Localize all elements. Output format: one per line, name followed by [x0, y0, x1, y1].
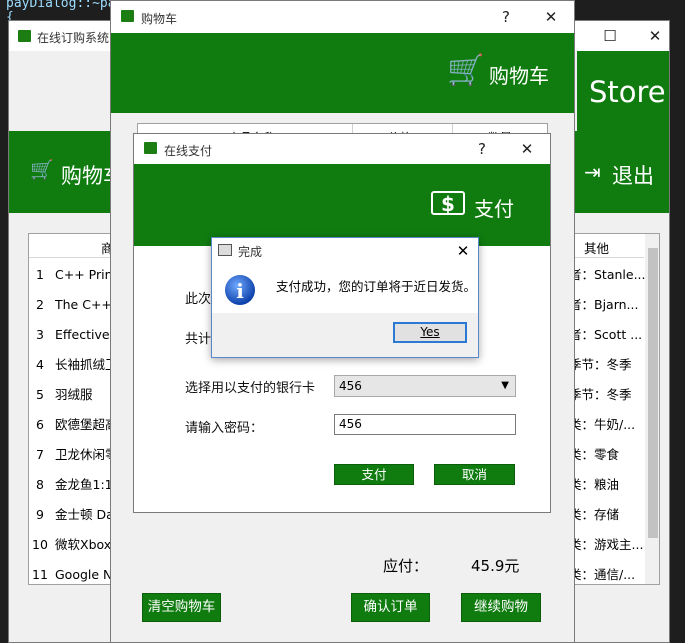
chevron-down-icon: ▼	[501, 380, 509, 391]
row-name: C++ Prim	[55, 267, 117, 282]
yes-button[interactable]: Yes	[393, 322, 467, 343]
row-other: 者：Stanle...	[569, 267, 646, 282]
row-name: Google N	[55, 567, 113, 582]
exit-icon: ⇥	[584, 160, 601, 184]
message-titlebar: 完成 ✕	[212, 238, 478, 263]
row-other: 类：通信/...	[569, 567, 636, 582]
row-other: 者：Scott ...	[569, 327, 643, 342]
row-other: 类：零食	[569, 447, 620, 462]
payment-icon: $	[431, 191, 465, 216]
this-order-label: 此次	[185, 292, 212, 307]
row-name: 长袖抓绒卫	[55, 357, 118, 372]
yes-label: Yes	[420, 325, 440, 339]
vertical-scrollbar[interactable]	[645, 234, 659, 584]
cart-icon: 🛒	[30, 159, 54, 181]
maximize-button[interactable]: ☐	[596, 22, 624, 50]
cancel-button[interactable]: 取消	[434, 464, 515, 485]
row-name: 金士顿 Da	[55, 507, 114, 522]
confirm-order-button[interactable]: 确认订单	[351, 593, 430, 622]
row-other: 类：粮油	[569, 477, 620, 492]
close-button[interactable]: ✕	[537, 3, 565, 31]
scrollbar-thumb[interactable]	[648, 248, 658, 538]
row-number: 7	[36, 447, 44, 462]
cart-banner: 🛒 购物车	[111, 33, 574, 113]
row-name: 卫龙休闲零	[55, 447, 118, 462]
row-other: 类：牛奶/...	[569, 417, 636, 432]
info-icon: i	[225, 275, 255, 305]
close-button[interactable]: ✕	[513, 135, 541, 163]
row-number: 11	[32, 567, 48, 582]
row-number: 9	[36, 507, 44, 522]
store-icon	[121, 10, 134, 22]
row-other: 类：游戏主...	[569, 537, 644, 552]
pay-button[interactable]: 支付	[334, 464, 414, 485]
password-label: 请输入密码：	[185, 421, 264, 436]
row-number: 2	[36, 297, 44, 312]
svg-text:i: i	[236, 279, 244, 303]
column-header-other: 其他	[584, 241, 610, 256]
window-icon	[218, 244, 232, 256]
cart-banner-label: 购物车	[489, 64, 549, 88]
bank-card-label: 选择用以支付的银行卡	[185, 381, 316, 396]
clear-cart-button[interactable]: 清空购物车	[142, 593, 221, 622]
row-name: 羽绒服	[55, 387, 93, 402]
svg-text:$: $	[441, 192, 455, 216]
exit-button[interactable]: 退出	[612, 160, 654, 190]
main-title: 在线订购系统	[37, 31, 110, 45]
total-value: 45.9元	[471, 557, 520, 575]
row-name: 金龙鱼1:1:	[55, 477, 117, 492]
row-number: 1	[36, 267, 44, 282]
cart-title: 购物车	[141, 12, 178, 26]
message-title: 完成	[238, 245, 263, 259]
row-other: 者：Bjarn...	[569, 297, 639, 312]
row-number: 10	[32, 537, 48, 552]
message-text: 支付成功，您的订单将于近日发货。	[276, 279, 477, 294]
pay-banner-label: 支付	[474, 197, 514, 221]
bank-card-select[interactable]: 456 ▼	[334, 375, 516, 397]
close-button[interactable]: ✕	[641, 22, 669, 50]
row-number: 5	[36, 387, 44, 402]
store-banner: Store	[577, 51, 669, 133]
pay-title: 在线支付	[164, 144, 213, 158]
pay-titlebar: 在线支付 ? ✕	[134, 134, 550, 164]
pay-banner: $ 支付	[134, 164, 550, 246]
help-button[interactable]: ?	[468, 135, 496, 163]
row-number: 8	[36, 477, 44, 492]
password-input[interactable]: 456	[334, 414, 516, 435]
continue-shopping-button[interactable]: 继续购物	[461, 593, 541, 622]
message-box: 完成 ✕ i 支付成功，您的订单将于近日发货。 Yes	[211, 237, 479, 358]
row-other: 季节：冬季	[569, 357, 632, 372]
total-label: 应付：	[383, 557, 429, 575]
row-number: 6	[36, 417, 44, 432]
cart-icon: 🛒	[447, 53, 485, 88]
row-name: 欧德堡超高	[55, 417, 118, 432]
row-other: 类：存储	[569, 507, 620, 522]
store-label: Store	[589, 75, 666, 109]
close-button[interactable]: ✕	[452, 240, 474, 262]
total-label: 共计	[185, 332, 212, 347]
row-number: 3	[36, 327, 44, 342]
row-number: 4	[36, 357, 44, 372]
store-icon	[144, 142, 157, 154]
row-other: 季节：冬季	[569, 387, 632, 402]
help-button[interactable]: ?	[492, 3, 520, 31]
cart-titlebar: 购物车 ? ✕	[111, 1, 574, 33]
row-name: 微软Xbox	[55, 537, 112, 552]
store-icon	[18, 30, 31, 42]
bank-card-value: 456	[339, 379, 362, 393]
